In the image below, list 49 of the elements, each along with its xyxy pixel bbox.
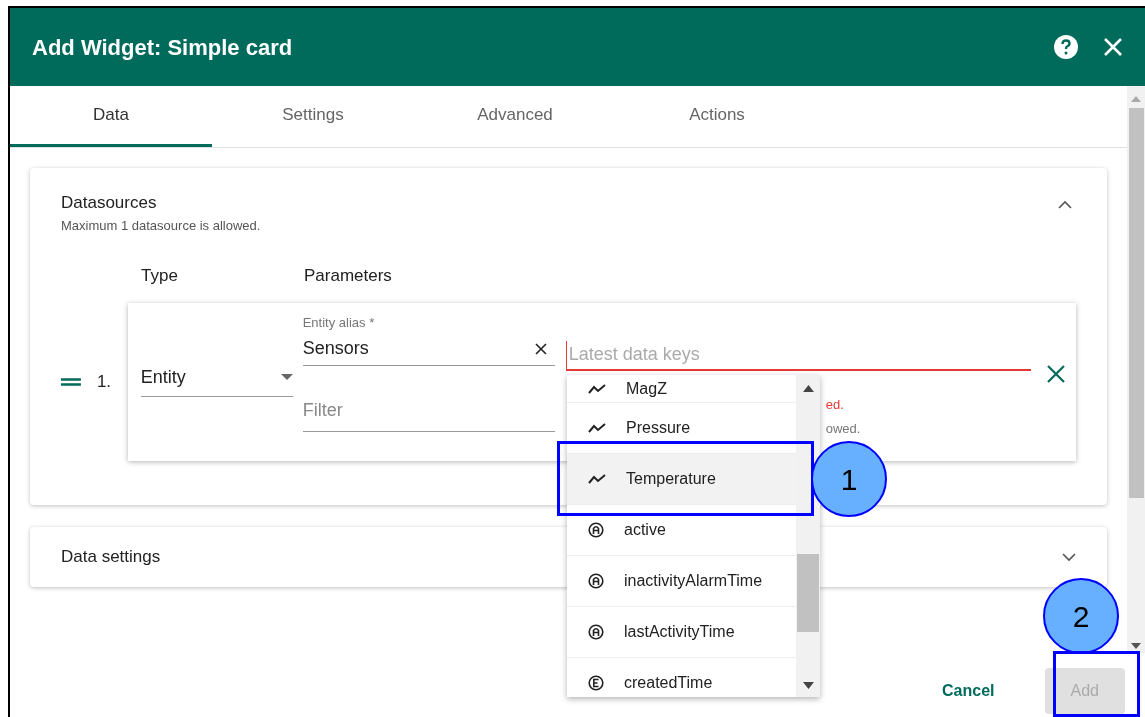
data-keys-field[interactable]: Latest data keys — [565, 340, 1031, 371]
remove-icon[interactable] — [1046, 364, 1065, 383]
chevron-icon[interactable] — [1062, 552, 1076, 562]
letter-a-circle-icon — [588, 624, 604, 640]
tab[interactable]: Advanced — [414, 86, 616, 147]
hint-text: owed. — [825, 420, 861, 438]
entity-alias-field[interactable]: Sensors — [302, 332, 555, 366]
tab[interactable]: Settings — [212, 86, 414, 147]
drag-handle-icon[interactable] — [61, 377, 81, 386]
section-subtitle: Maximum 1 datasource is allowed. — [61, 216, 262, 235]
section-title: Datasources — [61, 192, 158, 214]
dropdown-option[interactable]: active — [567, 505, 796, 556]
letter-a-circle-icon — [588, 573, 604, 589]
scrollbar[interactable] — [1127, 86, 1145, 653]
letter-e-circle-icon — [588, 675, 604, 691]
field-value: Sensors — [302, 337, 369, 360]
line-chart-icon — [588, 382, 606, 395]
dropdown-option[interactable]: Temperature — [567, 454, 796, 505]
tab[interactable]: Data — [10, 86, 212, 147]
dialog-title: Add Widget: Simple card — [32, 33, 294, 62]
letter-a-circle-icon — [588, 522, 604, 538]
line-chart-icon — [588, 422, 606, 434]
scroll-down-icon[interactable] — [802, 682, 814, 689]
column-header: Type — [141, 265, 179, 287]
column-header: Parameters — [304, 265, 392, 287]
help-icon[interactable] — [1053, 34, 1079, 60]
dropdown-option[interactable]: inactivityAlarmTime — [567, 556, 796, 607]
row-number: 1. — [96, 370, 113, 393]
dropdown-option[interactable]: MagZ — [567, 375, 796, 403]
dropdown-scrollbar[interactable] — [796, 375, 820, 697]
tab[interactable]: Actions — [616, 86, 818, 147]
error-text: ed. — [825, 395, 844, 414]
filter-field[interactable]: Filter — [302, 390, 555, 432]
clear-icon[interactable] — [534, 342, 547, 355]
type-select[interactable]: Entity — [140, 358, 293, 397]
scrollbar-thumb[interactable] — [797, 554, 819, 632]
dropdown-option[interactable]: lastActivityTime — [567, 607, 796, 658]
chevron-icon[interactable] — [1058, 200, 1072, 209]
field-label: Entity alias * — [302, 313, 376, 332]
dropdown-arrow-icon — [280, 374, 293, 380]
dropdown-option[interactable]: Pressure — [567, 403, 796, 454]
cancel-button[interactable]: Cancel — [916, 668, 1021, 714]
scrollbar-thumb[interactable] — [1128, 108, 1144, 498]
dropdown-option[interactable]: createdTime — [567, 658, 796, 697]
line-chart-icon — [588, 473, 606, 485]
section-title: Data settings — [61, 546, 161, 569]
scroll-down-icon[interactable] — [1131, 643, 1141, 649]
close-icon[interactable] — [1103, 37, 1123, 57]
scroll-up-icon[interactable] — [802, 385, 814, 392]
